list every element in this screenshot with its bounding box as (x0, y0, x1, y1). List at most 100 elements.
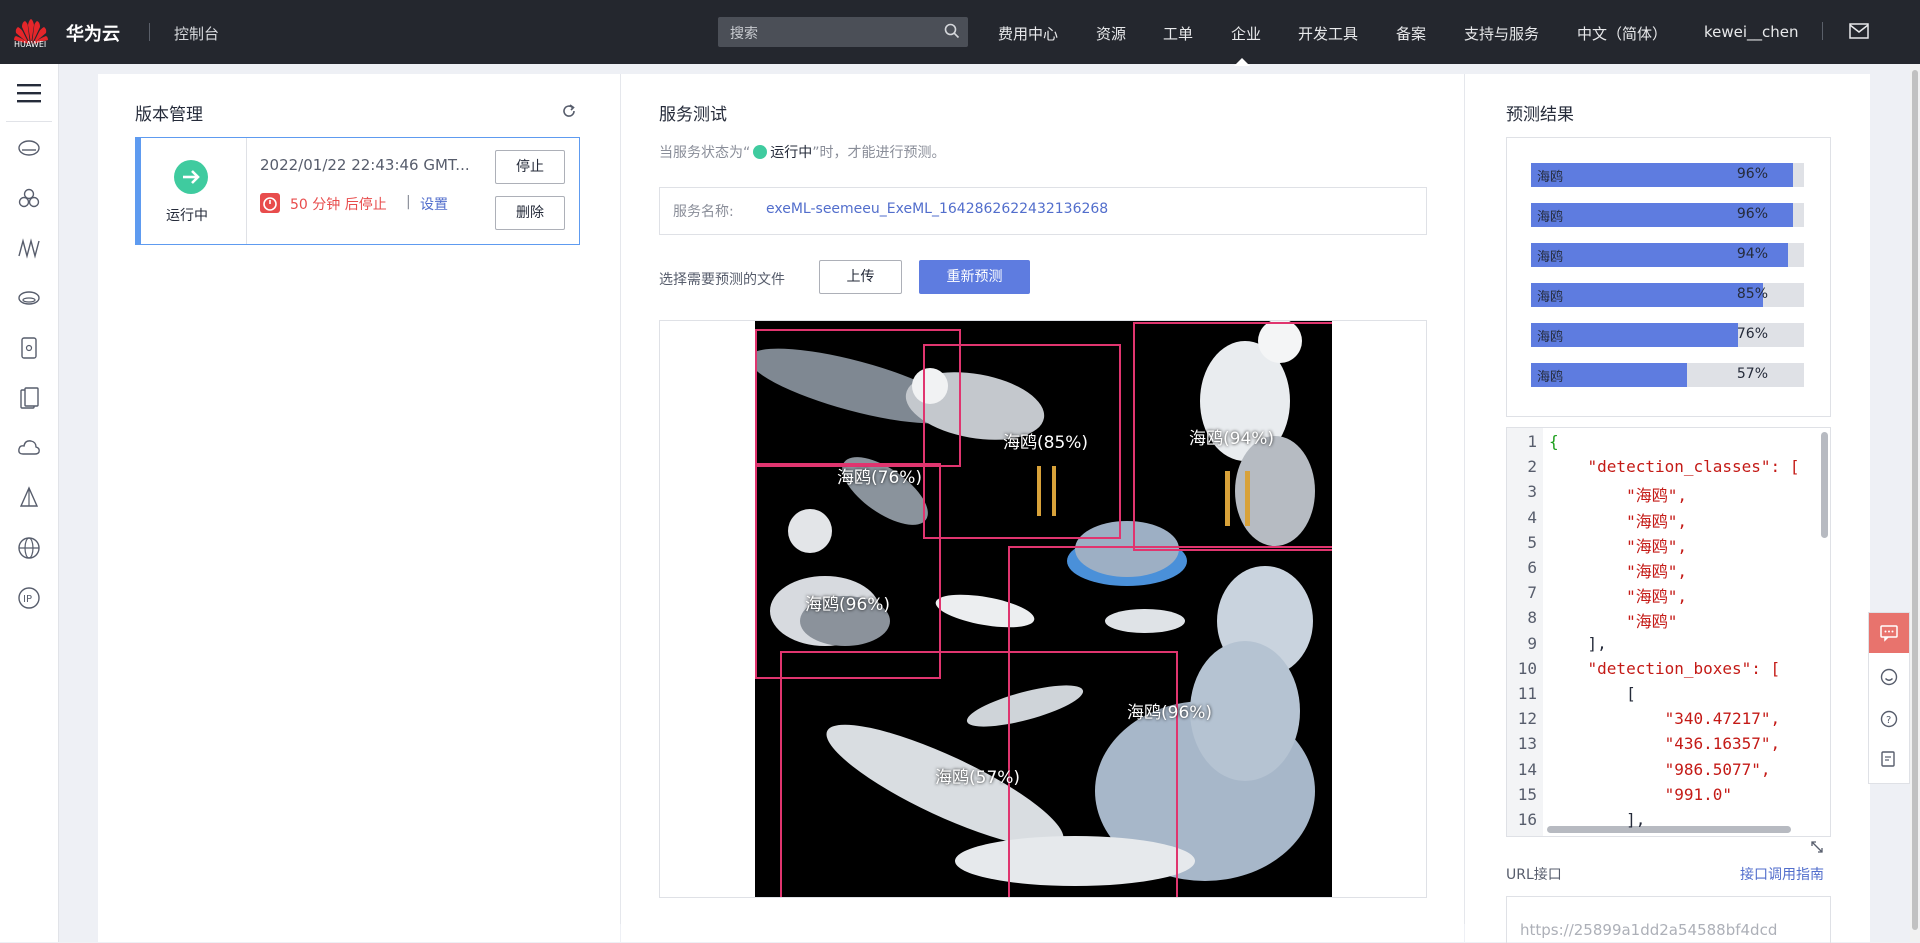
ip-icon[interactable]: IP (17, 586, 41, 610)
line-number: 6 (1527, 558, 1537, 577)
result-row: 海鸥 94% (1531, 243, 1804, 267)
result-name: 海鸥 (1537, 250, 1564, 265)
ai-icon[interactable] (17, 486, 41, 510)
sidebar-divider (6, 121, 52, 122)
brand-name[interactable]: 华为云 (66, 20, 120, 46)
timer-settings-link[interactable]: 设置 (420, 194, 448, 214)
file-select-label: 选择需要预测的文件 (659, 272, 785, 288)
service-test-title: 服务测试 (659, 105, 727, 125)
cloud-icon[interactable] (17, 436, 41, 460)
version-card[interactable]: 运行中 2022/01/22 22:43:46 GMT... 50 分钟 后停止… (135, 137, 580, 245)
code-line: "991.0" (1549, 784, 1733, 804)
prediction-title: 预测结果 (1506, 105, 1574, 125)
line-number: 10 (1517, 658, 1537, 678)
detection-label: 海鸥(85%) (1003, 433, 1089, 453)
url-value: https://25899a1dd2a54588bf4dcd (1520, 921, 1778, 939)
nav-divider (1822, 22, 1823, 40)
delete-button[interactable]: 删除 (495, 196, 565, 230)
line-number: 15 (1517, 784, 1537, 804)
storage-icon[interactable] (17, 136, 41, 160)
chat-icon (1880, 625, 1898, 642)
service-status-hint: 当服务状态为“ 运行中”时，才能进行预测。 (659, 142, 946, 162)
document-icon[interactable] (17, 386, 41, 410)
expand-icon[interactable] (1810, 840, 1824, 854)
code-line: "海鸥", (1549, 511, 1687, 531)
detection-box (755, 463, 941, 679)
menu-icon[interactable] (16, 80, 42, 106)
nav-filing[interactable]: 备案 (1396, 23, 1426, 44)
code-line: "海鸥", (1549, 562, 1687, 581)
nav-dev-tools[interactable]: 开发工具 (1298, 23, 1358, 44)
stop-button[interactable]: 停止 (495, 150, 565, 184)
result-row: 海鸥 96% (1531, 163, 1804, 187)
container-icon[interactable] (17, 336, 41, 360)
detection-label: 海鸥(57%) (935, 768, 1021, 788)
result-percent: 94% (1736, 246, 1768, 262)
detection-label: 海鸥(96%) (1127, 703, 1213, 723)
search-input[interactable]: 搜索 (718, 17, 968, 47)
code-line: "986.5077", (1549, 759, 1771, 779)
line-number: 4 (1527, 507, 1537, 527)
check-circle-icon (753, 145, 768, 159)
refresh-icon[interactable] (561, 103, 577, 119)
code-line: { (1549, 432, 1559, 451)
page-scrollbar[interactable] (1910, 64, 1920, 942)
upload-button[interactable]: 上传 (819, 260, 902, 294)
result-name: 海鸥 (1537, 170, 1564, 185)
compute-icon[interactable] (17, 186, 41, 210)
panel-divider-1 (620, 74, 621, 924)
code-line: "海鸥", (1549, 536, 1687, 556)
chat-button[interactable] (1869, 613, 1909, 653)
service-name-field: 服务名称: exeML-seemeeu_ExeML_16428626224321… (659, 187, 1427, 235)
line-number: 14 (1517, 759, 1537, 779)
console-link[interactable]: 控制台 (174, 23, 219, 44)
line-number: 7 (1527, 583, 1537, 603)
search-icon[interactable] (944, 23, 960, 39)
floating-toolbar: ? (1868, 612, 1910, 784)
result-percent: 96% (1736, 206, 1768, 222)
detection-label: 海鸥(96%) (805, 595, 891, 615)
help-icon[interactable]: ? (1880, 710, 1898, 728)
nav-active-caret (1234, 58, 1250, 66)
version-card-divider (246, 138, 247, 244)
nav-billing[interactable]: 费用中心 (998, 23, 1058, 44)
panel-divider-2 (1464, 74, 1465, 924)
result-row: 海鸥 85% (1531, 283, 1804, 307)
nav-support[interactable]: 支持与服务 (1464, 23, 1539, 44)
page-scrollbar-thumb[interactable] (1912, 70, 1918, 930)
version-title: 版本管理 (135, 105, 203, 125)
result-row: 海鸥 96% (1531, 203, 1804, 227)
url-label: URL接口 (1506, 867, 1562, 883)
code-line: "海鸥", (1549, 587, 1687, 607)
api-guide-link[interactable]: 接口调用指南 (1740, 864, 1824, 884)
globe-icon[interactable] (17, 536, 41, 560)
result-row: 海鸥 57% (1531, 363, 1804, 387)
svg-text:IP: IP (23, 594, 32, 605)
alarm-clock-icon (260, 193, 280, 213)
line-number: 12 (1517, 709, 1537, 729)
code-line: "海鸥" (1549, 612, 1678, 632)
code-vertical-scrollbar[interactable] (1821, 432, 1828, 538)
code-line: "340.47217", (1549, 709, 1781, 729)
nav-language[interactable]: 中文（简体） (1577, 23, 1667, 44)
edit-note-icon[interactable] (1880, 750, 1898, 768)
header-divider (149, 23, 150, 41)
mail-icon[interactable] (1849, 23, 1869, 39)
nav-username[interactable]: kewei__chen (1704, 23, 1799, 41)
result-percent: 85% (1736, 286, 1768, 302)
prediction-image-frame: 海鸥(76%) 海鸥(85%) 海鸥(94%) 海鸥(96%) 海鸥(96%) … (659, 320, 1427, 898)
repredict-button[interactable]: 重新预测 (919, 260, 1030, 294)
search-placeholder: 搜索 (730, 26, 758, 42)
nav-resources[interactable]: 资源 (1096, 23, 1126, 44)
json-code-viewer[interactable]: 1 {2 "detection_classes": [3 "海鸥", 4 "海鸥",… (1506, 427, 1831, 837)
code-line: "436.16357", (1549, 734, 1781, 754)
feedback-smile-icon[interactable] (1880, 668, 1898, 686)
url-field[interactable]: https://25899a1dd2a54588bf4dcd (1506, 896, 1831, 943)
result-percent: 96% (1736, 166, 1768, 182)
database-icon[interactable] (17, 286, 41, 310)
nav-enterprise[interactable]: 企业 (1231, 23, 1261, 44)
timer-separator: | (406, 194, 411, 210)
nav-tickets[interactable]: 工单 (1163, 23, 1193, 44)
line-number: 13 (1517, 734, 1537, 754)
monitor-icon[interactable] (17, 236, 41, 260)
